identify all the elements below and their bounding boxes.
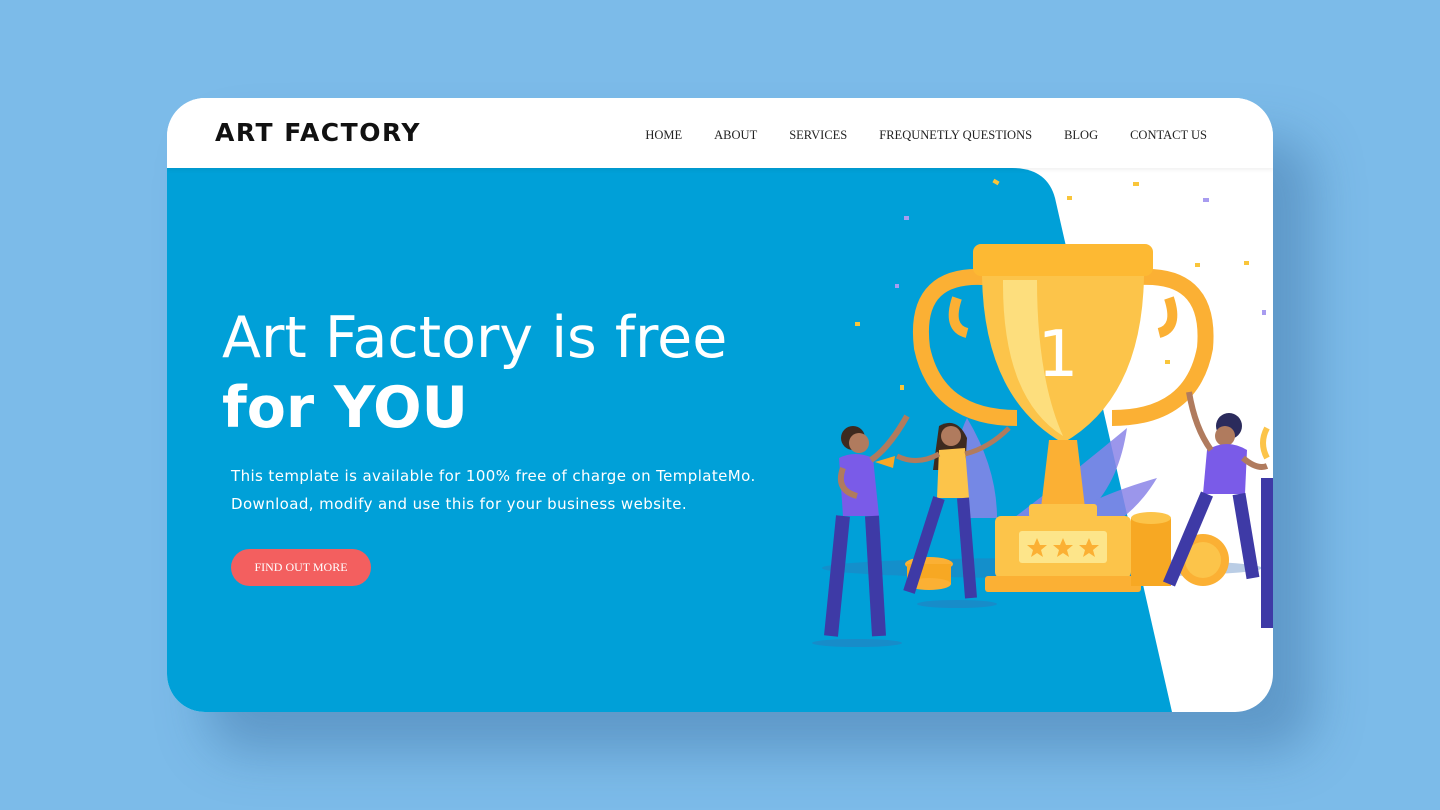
hero-description: This template is available for 100% free… (231, 462, 791, 518)
top-navbar: ART FACTORY HOME ABOUT SERVICES FREQUNET… (167, 98, 1273, 168)
nav-item-contact[interactable]: CONTACT US (1130, 128, 1207, 143)
main-nav: HOME ABOUT SERVICES FREQUNETLY QUESTIONS… (645, 128, 1207, 143)
hero-title-line1: Art Factory is free (222, 305, 728, 371)
find-out-more-button[interactable]: FIND OUT MORE (231, 549, 371, 586)
brand-logo[interactable]: ART FACTORY (215, 118, 421, 147)
nav-item-faq[interactable]: FREQUNETLY QUESTIONS (879, 128, 1032, 143)
person-edge (1260, 426, 1273, 628)
nav-item-about[interactable]: ABOUT (714, 128, 757, 143)
hero-title-line2: for YOU (222, 375, 468, 441)
nav-item-services[interactable]: SERVICES (789, 128, 847, 143)
hero-title: Art Factory is free for YOU (222, 303, 727, 443)
page-card: 1 ART FACTORY HOME ABOUT SERVICES FREQUN… (167, 98, 1273, 712)
nav-item-home[interactable]: HOME (645, 128, 682, 143)
hero-description-line1: This template is available for 100% free… (231, 467, 756, 485)
hero-description-line2: Download, modify and use this for your b… (231, 495, 687, 513)
trophy-number: 1 (1038, 318, 1079, 392)
nav-item-blog[interactable]: BLOG (1064, 128, 1098, 143)
